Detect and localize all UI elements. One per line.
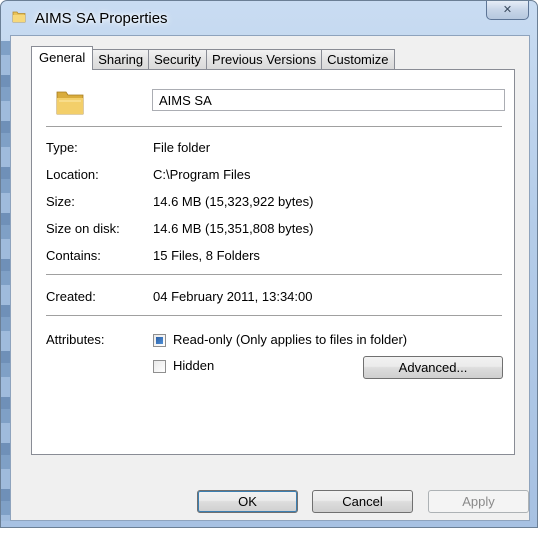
properties-window: AIMS SA Properties ✕ General Sharing Sec… xyxy=(0,0,538,528)
advanced-button[interactable]: Advanced... xyxy=(363,356,503,379)
cancel-button[interactable]: Cancel xyxy=(312,490,413,513)
general-tab-panel: Type: File folder Location: C:\Program F… xyxy=(31,69,515,455)
size-on-disk-value: 14.6 MB (15,351,808 bytes) xyxy=(153,221,314,236)
close-icon: ✕ xyxy=(502,4,513,16)
size-on-disk-label: Size on disk: xyxy=(46,221,120,236)
tab-security[interactable]: Security xyxy=(148,49,208,70)
hidden-label[interactable]: Hidden xyxy=(173,358,214,373)
type-label: Type: xyxy=(46,140,78,155)
readonly-checkbox[interactable] xyxy=(153,334,166,347)
tab-customize[interactable]: Customize xyxy=(321,49,395,70)
close-button[interactable]: ✕ xyxy=(486,1,529,20)
tab-strip: General Sharing Security Previous Versio… xyxy=(31,46,395,70)
tab-sharing[interactable]: Sharing xyxy=(92,49,150,70)
attributes-label: Attributes: xyxy=(46,332,105,347)
title-bar[interactable]: AIMS SA Properties ✕ xyxy=(1,1,537,35)
folder-icon xyxy=(12,11,26,23)
location-value: C:\Program Files xyxy=(153,167,251,182)
divider xyxy=(46,274,502,275)
hidden-checkbox[interactable] xyxy=(153,360,166,373)
dialog-client-area: General Sharing Security Previous Versio… xyxy=(10,35,530,521)
window-title: AIMS SA Properties xyxy=(35,10,168,27)
size-label: Size: xyxy=(46,194,75,209)
ok-button[interactable]: OK xyxy=(197,490,298,513)
tab-general[interactable]: General xyxy=(31,46,94,70)
type-value: File folder xyxy=(153,140,211,155)
divider xyxy=(46,126,502,127)
folder-name-input[interactable] xyxy=(152,89,505,111)
created-label: Created: xyxy=(46,289,96,304)
contains-label: Contains: xyxy=(46,248,101,263)
apply-button[interactable]: Apply xyxy=(428,490,529,513)
tab-previous-versions[interactable]: Previous Versions xyxy=(206,49,323,70)
location-label: Location: xyxy=(46,167,99,182)
size-value: 14.6 MB (15,323,922 bytes) xyxy=(153,194,314,209)
folder-icon xyxy=(56,91,84,115)
contains-value: 15 Files, 8 Folders xyxy=(153,248,260,263)
divider xyxy=(46,315,502,316)
readonly-label[interactable]: Read-only (Only applies to files in fold… xyxy=(173,332,407,347)
created-value: 04 February 2011, 13:34:00 xyxy=(153,289,313,304)
